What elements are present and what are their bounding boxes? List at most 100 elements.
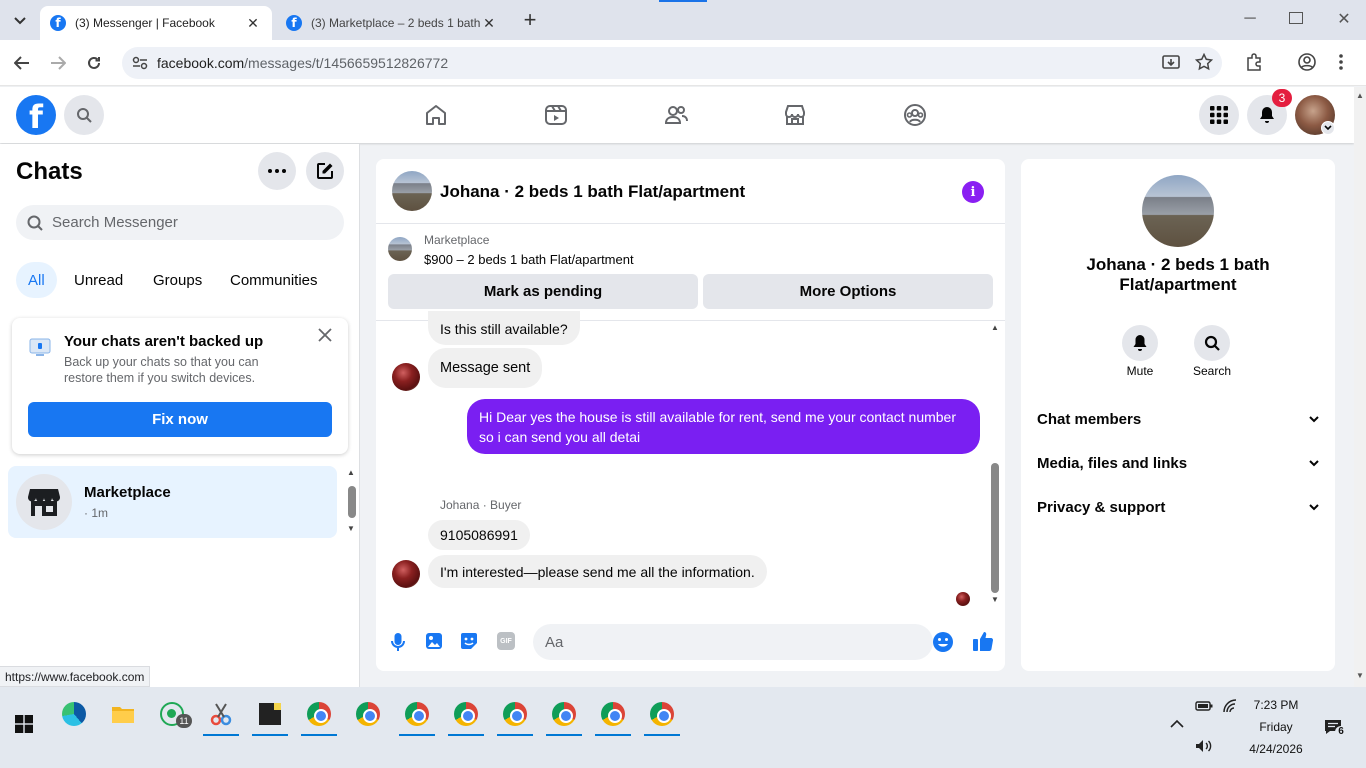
scroll-down-icon[interactable]: ▼	[1356, 671, 1364, 680]
search-conversation-icon[interactable]	[1194, 325, 1230, 361]
close-icon[interactable]	[318, 328, 338, 348]
gif-icon[interactable]: GIF	[497, 632, 515, 650]
section-privacy-support[interactable]: Privacy & support	[1037, 499, 1319, 516]
menu-grid-icon[interactable]	[1199, 95, 1239, 135]
section-chat-members[interactable]: Chat members	[1037, 411, 1319, 428]
chat-list-scrollbar[interactable]: ▲ ▼	[345, 468, 359, 536]
chrome-profile-icon[interactable]	[495, 695, 535, 736]
message-bubble-incoming[interactable]: Is this still available?	[428, 311, 580, 345]
thread-marketplace[interactable]: Marketplace · 1m	[8, 466, 337, 538]
close-tab-icon[interactable]: ✕	[244, 15, 262, 32]
windows-start-icon[interactable]	[4, 705, 44, 743]
tab-search-icon[interactable]	[8, 10, 32, 32]
minimize-icon[interactable]: ─	[1240, 10, 1260, 30]
search-label[interactable]: Search	[1187, 364, 1237, 378]
bookmark-star-icon[interactable]	[1195, 53, 1213, 71]
volume-icon[interactable]	[1195, 739, 1213, 753]
whatsapp-icon[interactable]: 11	[152, 695, 192, 733]
reload-icon[interactable]	[80, 49, 108, 77]
filter-groups[interactable]: Groups	[141, 262, 214, 298]
browser-menu-icon[interactable]	[1338, 53, 1348, 73]
conversation-avatar[interactable]	[392, 171, 432, 211]
site-info-icon[interactable]	[132, 56, 148, 70]
account-chevron-icon[interactable]	[1321, 121, 1335, 135]
forward-icon[interactable]	[44, 49, 72, 77]
chrome-profile-icon[interactable]	[446, 695, 486, 736]
mark-as-pending-button[interactable]: Mark as pending	[388, 274, 698, 309]
section-media-files-links[interactable]: Media, files and links	[1037, 455, 1319, 472]
new-tab-icon[interactable]: +	[518, 8, 542, 32]
scroll-up-icon[interactable]: ▲	[1356, 91, 1364, 100]
tab-marketplace[interactable]: f (3) Marketplace – 2 beds 1 bath ✕	[276, 6, 508, 40]
facebook-logo-icon[interactable]: f	[16, 95, 56, 135]
microphone-icon[interactable]	[390, 632, 406, 652]
scroll-down-icon[interactable]: ▼	[991, 595, 999, 604]
filter-unread[interactable]: Unread	[62, 262, 135, 298]
chrome-profile-icon[interactable]	[544, 695, 584, 736]
show-hidden-icons-icon[interactable]	[1170, 719, 1184, 728]
more-options-button[interactable]: More Options	[703, 274, 993, 309]
page-scrollbar[interactable]: ▲ ▼	[1354, 87, 1366, 687]
clock-date[interactable]: 4/24/2026	[1240, 742, 1312, 756]
filter-all[interactable]: All	[16, 262, 57, 298]
filter-communities[interactable]: Communities	[218, 262, 330, 298]
marketplace-icon[interactable]	[783, 103, 807, 127]
close-tab-icon[interactable]: ✕	[480, 15, 498, 32]
message-bubble-incoming[interactable]: Message sent	[428, 348, 543, 388]
message-bubble-outgoing[interactable]: Hi Dear yes the house is still available…	[467, 399, 980, 454]
info-icon[interactable]: i	[962, 181, 984, 203]
emoji-icon[interactable]	[932, 631, 954, 653]
wifi-icon[interactable]	[1222, 699, 1238, 713]
search-messenger-input[interactable]: Search Messenger	[16, 205, 344, 240]
search-placeholder: Search Messenger	[52, 214, 178, 231]
profile-icon[interactable]	[1298, 53, 1316, 71]
home-icon[interactable]	[424, 103, 448, 127]
sticky-notes-icon[interactable]	[250, 695, 290, 736]
mute-label[interactable]: Mute	[1115, 364, 1165, 378]
message-input[interactable]: Aa	[533, 624, 933, 660]
install-app-icon[interactable]	[1162, 54, 1180, 72]
scroll-up-icon[interactable]: ▲	[991, 323, 999, 332]
chrome-profile-icon[interactable]	[299, 695, 339, 736]
tab-messenger[interactable]: f (3) Messenger | Facebook ✕	[40, 6, 272, 40]
fb-search-icon[interactable]	[64, 95, 104, 135]
extensions-icon[interactable]	[1245, 53, 1263, 71]
profile-picture[interactable]	[1142, 175, 1214, 247]
listing-source: Marketplace	[424, 233, 490, 247]
chrome-profile-icon[interactable]	[397, 695, 437, 736]
groups-icon[interactable]	[903, 103, 927, 127]
message-bubble-incoming[interactable]: 9105086991	[428, 520, 530, 550]
notification-center-icon[interactable]: 6	[1324, 719, 1347, 738]
chrome-profile-icon[interactable]	[593, 695, 633, 736]
like-thumb-icon[interactable]	[972, 630, 994, 652]
chrome-icon[interactable]	[348, 695, 388, 733]
file-explorer-icon[interactable]	[103, 695, 143, 733]
scroll-thumb[interactable]	[991, 463, 999, 593]
clock-day[interactable]: Friday	[1240, 720, 1312, 734]
conversation-title[interactable]: Johana · 2 beds 1 bath Flat/apartment	[440, 182, 745, 202]
friends-icon[interactable]	[664, 103, 688, 127]
battery-icon[interactable]	[1195, 700, 1213, 712]
sender-avatar[interactable]	[392, 363, 420, 391]
photo-icon[interactable]	[425, 632, 443, 650]
sticker-icon[interactable]	[460, 632, 478, 650]
clock-time[interactable]: 7:23 PM	[1240, 698, 1312, 712]
chat-options-icon[interactable]	[258, 152, 296, 190]
message-bubble-incoming[interactable]: I'm interested—please send me all the in…	[428, 555, 767, 588]
chrome-profile-icon[interactable]	[642, 695, 682, 736]
video-icon[interactable]	[544, 103, 568, 127]
listing-thumbnail[interactable]	[388, 237, 412, 261]
edge-icon[interactable]	[54, 695, 94, 733]
back-icon[interactable]	[8, 49, 36, 77]
url-bar[interactable]: facebook.com/messages/t/1456659512826772	[122, 47, 1222, 79]
snipping-tool-icon[interactable]	[201, 695, 241, 736]
sender-avatar[interactable]	[392, 560, 420, 588]
search-icon	[27, 215, 43, 231]
new-message-icon[interactable]	[306, 152, 344, 190]
fix-now-button[interactable]: Fix now	[28, 402, 332, 437]
messages-scrollbar[interactable]: ▲ ▼	[988, 323, 1002, 607]
listing-title[interactable]: $900 – 2 beds 1 bath Flat/apartment	[424, 252, 634, 267]
restore-icon[interactable]	[1289, 12, 1303, 24]
window-close-icon[interactable]: ✕	[1334, 9, 1354, 29]
mute-bell-icon[interactable]	[1122, 325, 1158, 361]
